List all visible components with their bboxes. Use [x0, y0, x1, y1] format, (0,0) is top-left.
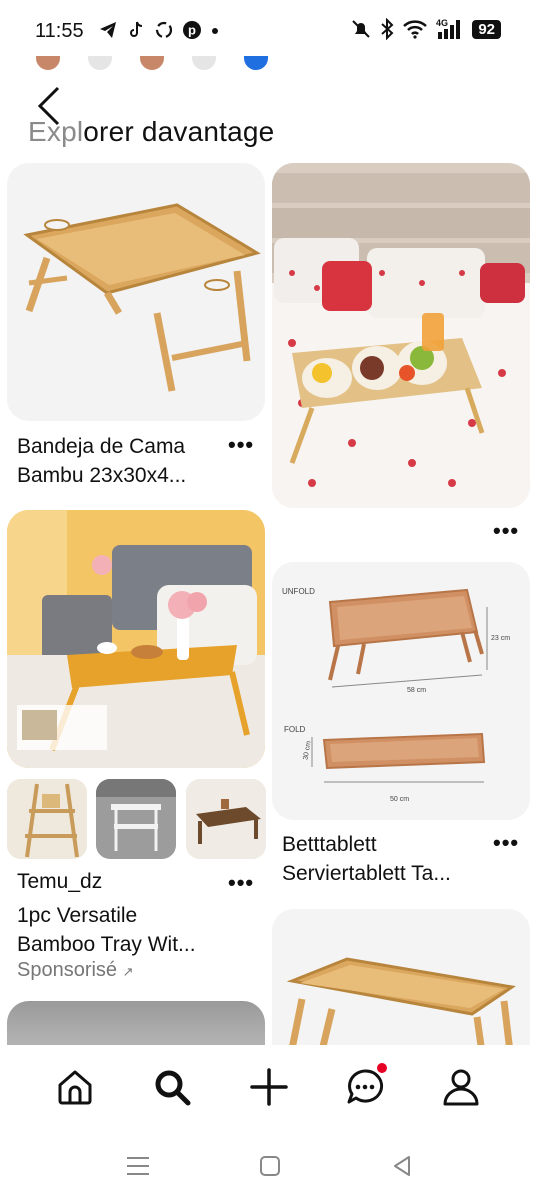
pin-1-title[interactable]: Bandeja de Cama Bambu 23x30x4...: [17, 432, 217, 490]
status-time: 11:55: [35, 20, 84, 42]
status-right-icons: 4G 92: [350, 18, 501, 40]
pin-5-image[interactable]: [7, 1001, 265, 1045]
nav-create-button[interactable]: [247, 1065, 291, 1109]
nav-profile-button[interactable]: [439, 1065, 483, 1109]
pin-2-more-button[interactable]: •••: [493, 518, 519, 544]
bamboo-tray-partial-image: [286, 957, 516, 1045]
telegram-icon: [100, 22, 116, 38]
swatch-4[interactable]: [192, 56, 216, 70]
nav-search-button[interactable]: [150, 1065, 194, 1109]
unfold-label: UNFOLD: [282, 587, 315, 596]
bluetooth-icon: [381, 18, 394, 40]
bed-tray-breakfast-photo: [7, 510, 265, 768]
nav-messages-button[interactable]: [343, 1063, 387, 1109]
tiktok-icon: [130, 21, 143, 37]
pin-4-more-button[interactable]: •••: [493, 830, 519, 856]
dim-fold-width-label: 50 cm: [390, 796, 410, 803]
back-triangle-icon: [394, 1156, 410, 1176]
wifi-icon: [403, 20, 428, 39]
notification-dot: [377, 1063, 387, 1073]
color-swatches: [36, 56, 268, 70]
recents-icon: [127, 1157, 149, 1175]
profile-icon: [443, 1069, 479, 1106]
pin-3-thumb-2[interactable]: [96, 779, 176, 859]
external-link-icon: ↗: [122, 964, 134, 979]
messages-icon: [347, 1069, 384, 1104]
pin-feed[interactable]: Bandeja de Cama Bambu 23x30x4... ••• •••…: [0, 160, 537, 1045]
system-home-button[interactable]: [255, 1151, 285, 1181]
home-icon: [58, 1070, 92, 1105]
swatch-5[interactable]: [244, 56, 268, 70]
shelf-thumbnail: [7, 779, 87, 859]
swatch-1[interactable]: [36, 56, 60, 70]
pin-3-title[interactable]: 1pc Versatile Bamboo Tray Wit...: [17, 901, 237, 959]
system-back-button[interactable]: [387, 1151, 417, 1181]
status-left-icons: p: [98, 20, 220, 40]
signal-icon: 4G: [436, 18, 461, 39]
pin-3-thumb-3[interactable]: [186, 779, 266, 859]
swatch-2[interactable]: [88, 56, 112, 70]
section-title: Explorer davantage: [28, 116, 275, 147]
battery-indicator: 92: [472, 19, 501, 39]
cart-thumbnail: [96, 779, 176, 859]
bottom-nav: [0, 1045, 537, 1135]
svg-text:4G: 4G: [436, 18, 448, 28]
dim-width-label: 58 cm: [407, 687, 427, 694]
pin-1-image[interactable]: [7, 163, 265, 421]
home-square-icon: [260, 1156, 280, 1176]
bamboo-tray-image: [23, 203, 261, 392]
swatch-3[interactable]: [140, 56, 164, 70]
search-icon: [155, 1070, 191, 1106]
pin-3-sponsored-label[interactable]: Sponsorisé ↗: [17, 959, 134, 982]
tray-dimension-diagram: [272, 562, 530, 820]
pin-3-thumb-1[interactable]: [7, 779, 87, 859]
create-icon: [250, 1068, 288, 1106]
bed-tray-photo: [272, 163, 530, 508]
pin-6-image[interactable]: [272, 909, 530, 1045]
pin-3-advertiser[interactable]: Temu_dz: [17, 870, 102, 894]
nav-home-button[interactable]: [53, 1065, 97, 1109]
pin-2-image[interactable]: [272, 163, 530, 508]
low-table-thumbnail: [186, 779, 266, 859]
pin-4-image[interactable]: UNFOLD FOLD 23 cm 58 cm 30 cm 50 cm: [272, 562, 530, 820]
pin-1-more-button[interactable]: •••: [228, 432, 254, 458]
pinterest-icon: p: [183, 21, 201, 39]
pin-3-image[interactable]: [7, 510, 265, 768]
svg-text:p: p: [188, 23, 196, 38]
status-bar: 11:55 p 4G 92: [0, 0, 537, 64]
mute-icon: [352, 20, 371, 38]
pin-3-more-button[interactable]: •••: [228, 870, 254, 896]
system-recents-button[interactable]: [123, 1151, 153, 1181]
sync-icon: [155, 21, 173, 39]
fold-label: FOLD: [284, 725, 306, 734]
pin-4-title[interactable]: Betttablett Serviertablett Ta...: [282, 830, 492, 888]
dim-height-label: 23 cm: [491, 635, 511, 642]
dot-icon: [212, 28, 218, 34]
system-nav: [0, 1135, 537, 1200]
